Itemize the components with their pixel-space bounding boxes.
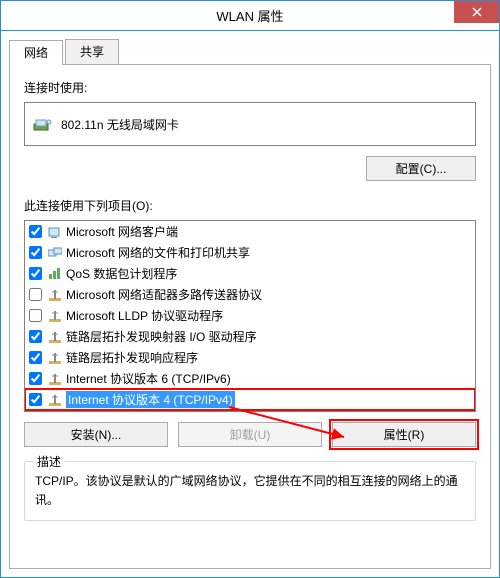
install-button[interactable]: 安装(N)... [24,422,168,447]
tab-content: 连接时使用: 802.11n 无线局域网卡 配置(C)... 此连接使用下列项目… [9,65,491,569]
properties-button[interactable]: 属性(R) [332,422,476,447]
list-item[interactable]: 链路层拓扑发现映射器 I/O 驱动程序 [25,326,475,347]
items-label: 此连接使用下列项目(O): [24,197,476,214]
connect-using-label: 连接时使用: [24,79,476,96]
nic-icon [33,116,53,132]
item-label: Microsoft 网络客户端 [66,223,178,240]
close-icon [472,7,482,17]
list-item[interactable]: Microsoft 网络客户端 [25,221,475,242]
adapter-name: 802.11n 无线局域网卡 [61,116,179,133]
list-item[interactable]: Microsoft LLDP 协议驱动程序 [25,305,475,326]
adapter-box: 802.11n 无线局域网卡 [24,102,476,146]
list-item[interactable]: Microsoft 网络的文件和打印机共享 [25,242,475,263]
item-checkbox[interactable] [29,372,42,385]
window-body: 网络 共享 连接时使用: 802.11n 无线局域网卡 配置(C)... 此连接… [0,30,500,578]
window-title: WLAN 属性 [1,6,499,25]
client-icon [48,225,62,239]
proto-icon [48,309,62,323]
tab-network[interactable]: 网络 [9,40,63,65]
proto-icon [48,288,62,302]
qos-icon [48,267,62,281]
item-checkbox[interactable] [29,351,42,364]
list-item[interactable]: Internet 协议版本 6 (TCP/IPv6) [25,368,475,389]
list-item[interactable]: Internet 协议版本 4 (TCP/IPv4) [25,389,475,410]
item-checkbox[interactable] [29,309,42,322]
item-label: QoS 数据包计划程序 [66,265,177,282]
item-label: Microsoft LLDP 协议驱动程序 [66,307,223,324]
description-group-title: 描述 [33,453,65,470]
item-checkbox[interactable] [29,267,42,280]
item-label: 链路层拓扑发现映射器 I/O 驱动程序 [66,328,257,345]
item-label: Internet 协议版本 4 (TCP/IPv4) [66,391,235,408]
list-item[interactable]: Microsoft 网络适配器多路传送器协议 [25,284,475,305]
proto-icon [48,330,62,344]
close-button[interactable] [454,1,499,23]
uninstall-button: 卸载(U) [178,422,322,447]
description-text: TCP/IP。该协议是默认的广域网络协议，它提供在不同的相互连接的网络上的通讯。 [35,472,465,510]
proto-icon [48,351,62,365]
item-label: Microsoft 网络的文件和打印机共享 [66,244,250,261]
item-label: Internet 协议版本 6 (TCP/IPv6) [66,370,231,387]
tab-strip: 网络 共享 [9,39,491,65]
proto-icon [48,393,62,407]
title-bar: WLAN 属性 [0,0,500,30]
configure-button[interactable]: 配置(C)... [366,156,476,181]
tab-network-label: 网络 [24,46,48,60]
item-checkbox[interactable] [29,246,42,259]
list-item[interactable]: QoS 数据包计划程序 [25,263,475,284]
item-label: Microsoft 网络适配器多路传送器协议 [66,286,262,303]
item-checkbox[interactable] [29,288,42,301]
item-checkbox[interactable] [29,393,42,406]
tab-share-label: 共享 [80,45,104,59]
proto-icon [48,372,62,386]
button-row: 安装(N)... 卸载(U) 属性(R) [24,422,476,447]
description-group: 描述 TCP/IP。该协议是默认的广域网络协议，它提供在不同的相互连接的网络上的… [24,461,476,521]
items-listbox[interactable]: Microsoft 网络客户端 Microsoft 网络的文件和打印机共享 QoS … [24,220,476,412]
list-item[interactable]: 链路层拓扑发现响应程序 [25,347,475,368]
tab-share[interactable]: 共享 [65,39,119,64]
item-checkbox[interactable] [29,225,42,238]
share-icon [48,246,62,260]
item-checkbox[interactable] [29,330,42,343]
item-label: 链路层拓扑发现响应程序 [66,349,198,366]
